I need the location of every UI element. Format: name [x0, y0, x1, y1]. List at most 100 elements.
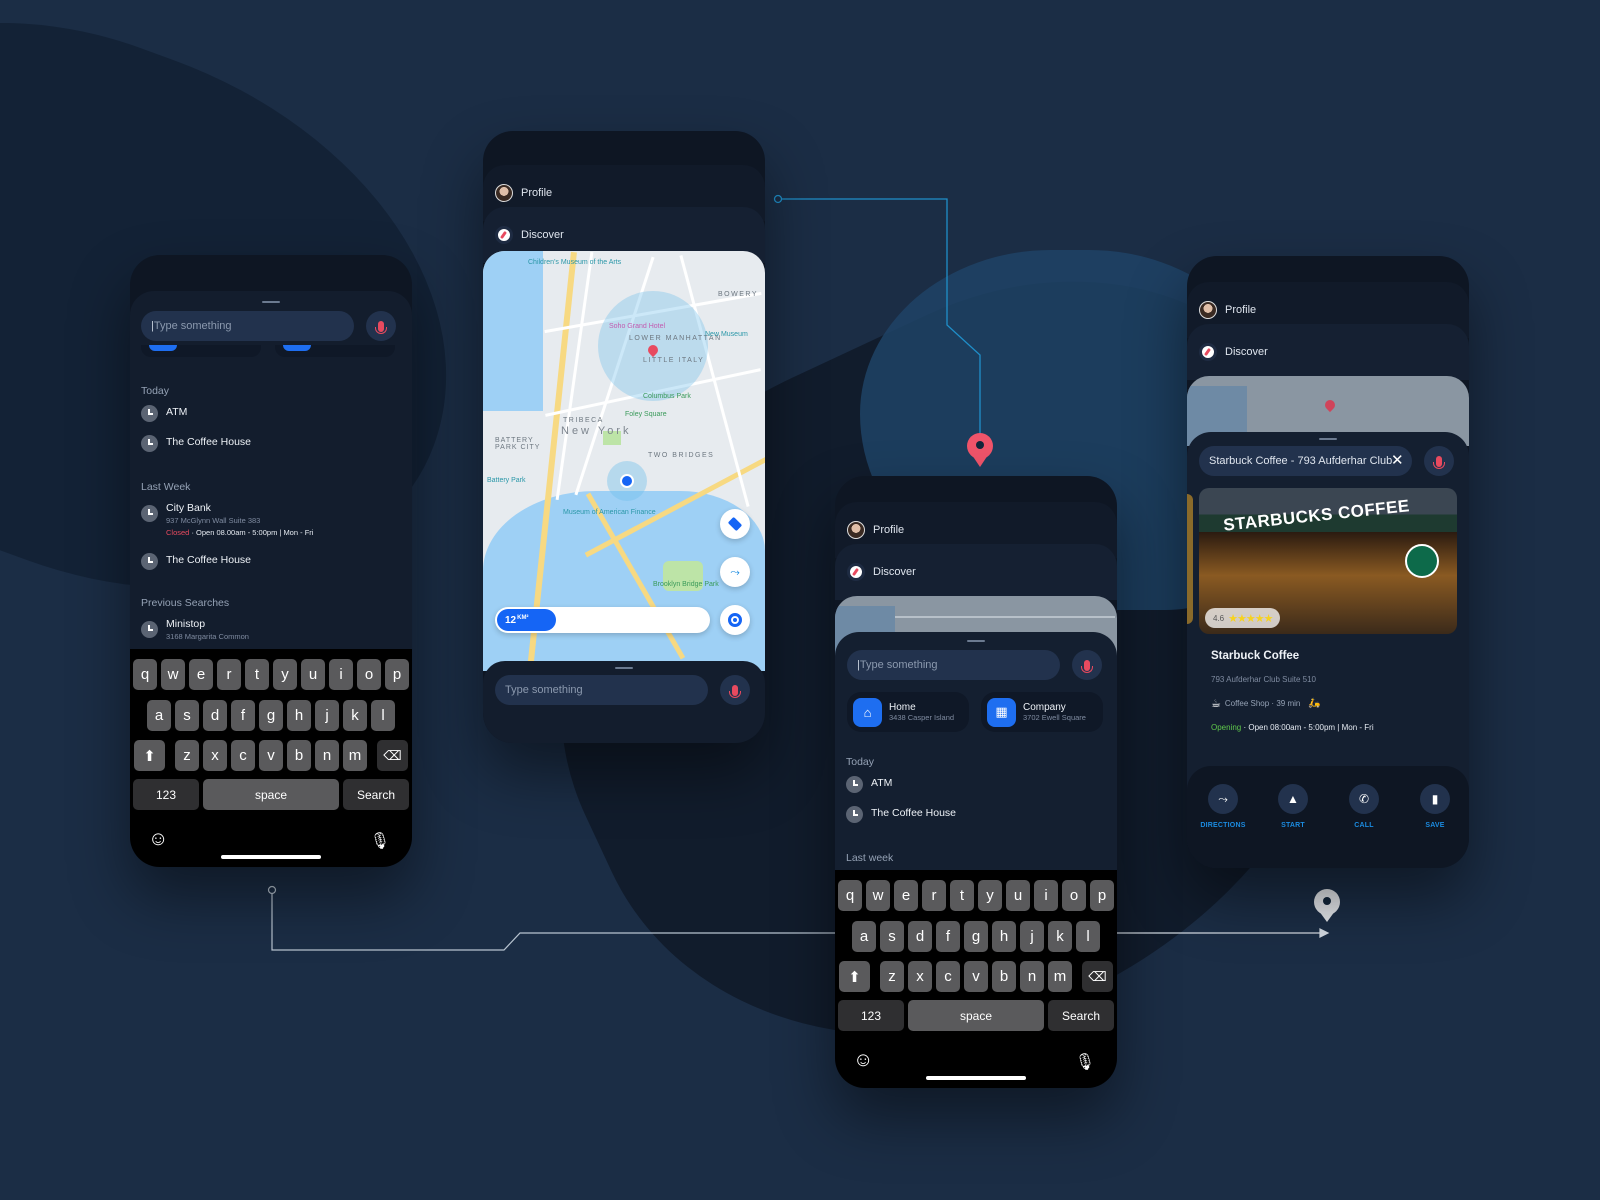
clear-search-icon[interactable]: ✕ — [1391, 451, 1404, 469]
mic-button[interactable] — [366, 311, 396, 341]
key[interactable]: x — [203, 740, 227, 771]
dictation-mic-icon[interactable]: 🎙 — [370, 831, 390, 851]
route-button[interactable]: ⤳ — [720, 557, 750, 587]
numbers-key[interactable]: 123 — [133, 779, 199, 810]
favorite-company[interactable]: ▦ Company 3702 Ewell Square — [981, 692, 1103, 732]
search-key[interactable]: Search — [343, 779, 409, 810]
sheet-handle[interactable] — [615, 667, 633, 669]
space-key[interactable]: space — [203, 779, 339, 810]
key[interactable]: p — [1090, 880, 1114, 911]
history-item[interactable]: The Coffee House — [141, 553, 251, 570]
search-key[interactable]: Search — [1048, 1000, 1114, 1031]
key[interactable]: i — [329, 659, 353, 690]
key[interactable]: f — [231, 700, 255, 731]
menu-discover[interactable]: Discover — [835, 544, 1117, 600]
key[interactable]: k — [343, 700, 367, 731]
key[interactable]: l — [1076, 921, 1100, 952]
save-button[interactable]: ▮ SAVE — [1405, 784, 1465, 829]
directions-button[interactable]: ⤳ DIRECTIONS — [1193, 784, 1253, 829]
key[interactable]: i — [1034, 880, 1058, 911]
history-item[interactable]: Ministop 3168 Margarita Common — [141, 617, 249, 643]
key[interactable]: t — [950, 880, 974, 911]
key[interactable]: b — [992, 961, 1016, 992]
search-input[interactable]: Type something — [495, 675, 708, 705]
key[interactable]: y — [273, 659, 297, 690]
shift-key[interactable]: ⬆ — [134, 740, 165, 771]
radius-slider[interactable]: 12 KM² — [495, 607, 710, 633]
menu-discover[interactable]: Discover — [1187, 324, 1469, 380]
key[interactable]: z — [175, 740, 199, 771]
key[interactable]: q — [133, 659, 157, 690]
key[interactable]: r — [922, 880, 946, 911]
key[interactable]: y — [978, 880, 1002, 911]
dictation-mic-icon[interactable]: 🎙 — [1075, 1052, 1095, 1072]
key[interactable]: t — [245, 659, 269, 690]
key[interactable]: j — [315, 700, 339, 731]
layers-button[interactable] — [720, 509, 750, 539]
key[interactable]: d — [908, 921, 932, 952]
key[interactable]: e — [189, 659, 213, 690]
key[interactable]: v — [964, 961, 988, 992]
radius-slider-fill[interactable]: 12 KM² — [497, 609, 556, 631]
emoji-icon[interactable]: ☺ — [148, 828, 168, 851]
key[interactable]: l — [371, 700, 395, 731]
key[interactable]: h — [287, 700, 311, 731]
search-input[interactable]: Starbuck Coffee - 793 Aufderhar Club — [1199, 446, 1412, 476]
call-button[interactable]: ✆ CALL — [1334, 784, 1394, 829]
history-item[interactable]: ATM — [846, 776, 892, 793]
key[interactable]: c — [231, 740, 255, 771]
place-photo[interactable]: STARBUCKS COFFEE 4.6 ★★★★★ — [1199, 488, 1457, 634]
key[interactable]: s — [175, 700, 199, 731]
key[interactable]: q — [838, 880, 862, 911]
key[interactable]: c — [936, 961, 960, 992]
key[interactable]: w — [866, 880, 890, 911]
my-location-button[interactable] — [720, 605, 750, 635]
key[interactable]: n — [315, 740, 339, 771]
key[interactable]: o — [357, 659, 381, 690]
key[interactable]: r — [217, 659, 241, 690]
key[interactable]: w — [161, 659, 185, 690]
backspace-key[interactable]: ⌫ — [1082, 961, 1113, 992]
mic-button[interactable] — [1424, 446, 1454, 476]
history-item[interactable]: The Coffee House — [846, 806, 956, 823]
mic-button[interactable] — [1072, 650, 1102, 680]
previous-photo-peek[interactable] — [1187, 494, 1193, 624]
backspace-key[interactable]: ⌫ — [377, 740, 408, 771]
history-item[interactable]: City Bank 937 McGlynn Wall Suite 383 Clo… — [141, 501, 313, 539]
mic-button[interactable] — [720, 675, 750, 705]
numbers-key[interactable]: 123 — [838, 1000, 904, 1031]
favorite-chip[interactable] — [141, 345, 261, 357]
key[interactable]: m — [343, 740, 367, 771]
key[interactable]: u — [1006, 880, 1030, 911]
start-button[interactable]: ▲ START — [1263, 784, 1323, 829]
key[interactable]: z — [880, 961, 904, 992]
key[interactable]: x — [908, 961, 932, 992]
key[interactable]: g — [964, 921, 988, 952]
key[interactable]: u — [301, 659, 325, 690]
history-item[interactable]: ATM — [141, 405, 187, 422]
key[interactable]: m — [1048, 961, 1072, 992]
key[interactable]: b — [287, 740, 311, 771]
key[interactable]: e — [894, 880, 918, 911]
history-item[interactable]: The Coffee House — [141, 435, 251, 452]
map-view[interactable]: LOWER MANHATTAN LITTLE ITALY TRIBECA BOW… — [483, 251, 765, 671]
sheet-handle[interactable] — [1319, 438, 1337, 440]
emoji-icon[interactable]: ☺ — [853, 1049, 873, 1072]
key[interactable]: h — [992, 921, 1016, 952]
key[interactable]: f — [936, 921, 960, 952]
search-input[interactable]: | Type something — [141, 311, 354, 341]
key[interactable]: d — [203, 700, 227, 731]
key[interactable]: k — [1048, 921, 1072, 952]
key[interactable]: v — [259, 740, 283, 771]
key[interactable]: o — [1062, 880, 1086, 911]
sheet-handle[interactable] — [262, 301, 280, 303]
shift-key[interactable]: ⬆ — [839, 961, 870, 992]
favorite-chip[interactable] — [275, 345, 395, 357]
key[interactable]: a — [852, 921, 876, 952]
key[interactable]: j — [1020, 921, 1044, 952]
search-input[interactable]: | Type something — [847, 650, 1060, 680]
sheet-handle[interactable] — [967, 640, 985, 642]
key[interactable]: s — [880, 921, 904, 952]
favorite-home[interactable]: ⌂ Home 3438 Casper Island — [847, 692, 969, 732]
key[interactable]: n — [1020, 961, 1044, 992]
